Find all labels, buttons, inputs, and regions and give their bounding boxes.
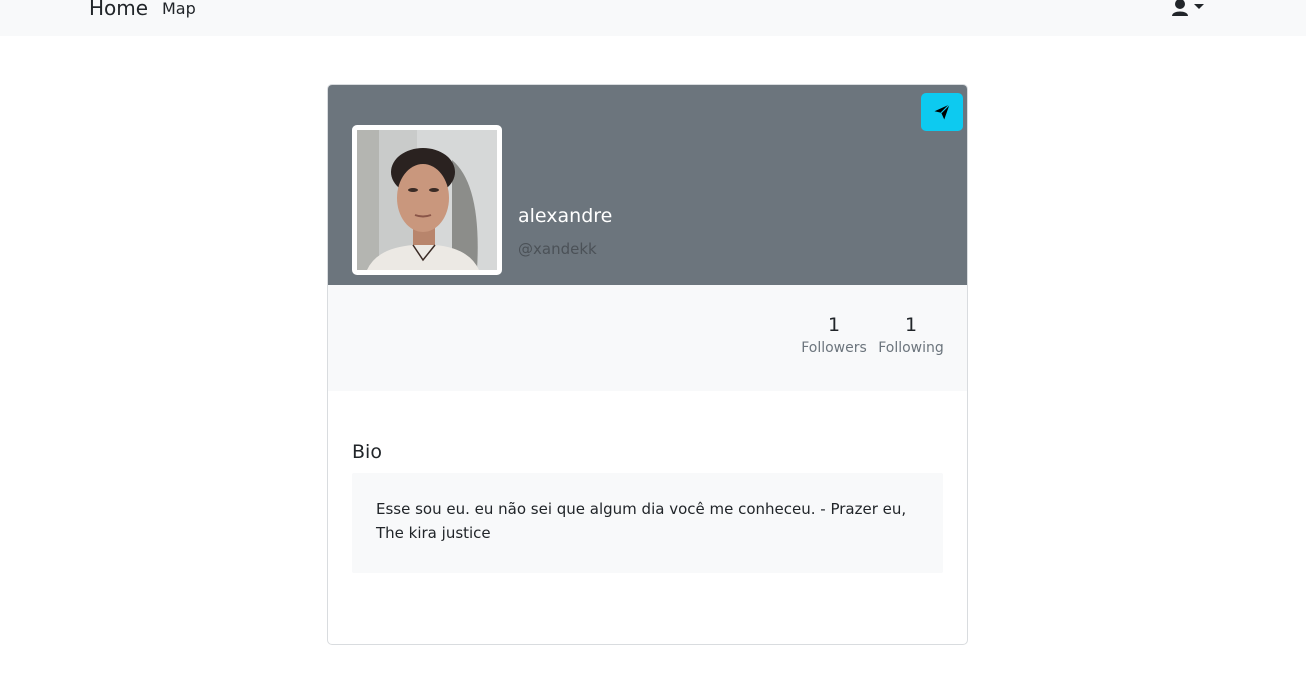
nav-home-link[interactable]: Home [89, 0, 148, 20]
display-name: alexandre [518, 205, 613, 227]
profile-card: alexandre @xandekk 1 Followers 1 Followi… [327, 84, 968, 645]
profile-header: alexandre @xandekk [328, 85, 967, 285]
avatar-photo [357, 130, 497, 270]
followers-count: 1 [827, 314, 841, 336]
paper-plane-icon [934, 104, 950, 120]
nav-map-link[interactable]: Map [162, 0, 196, 18]
following-stat[interactable]: 1 Following [874, 313, 948, 356]
following-count: 1 [904, 314, 918, 336]
user-menu-dropdown[interactable] [1170, 0, 1210, 20]
followers-label: Followers [801, 340, 867, 356]
profile-stats: 1 Followers 1 Following [328, 285, 967, 391]
bio-heading: Bio [352, 441, 382, 463]
user-handle: @xandekk [518, 240, 597, 258]
bio-text: Esse sou eu. eu não sei que algum dia vo… [352, 473, 943, 573]
avatar [352, 125, 502, 275]
user-icon [1172, 0, 1204, 16]
followers-stat[interactable]: 1 Followers [794, 313, 874, 356]
chevron-down-icon [1194, 4, 1204, 9]
send-message-button[interactable] [921, 93, 963, 131]
top-navbar: Home Map [0, 0, 1306, 36]
following-label: Following [878, 340, 944, 356]
